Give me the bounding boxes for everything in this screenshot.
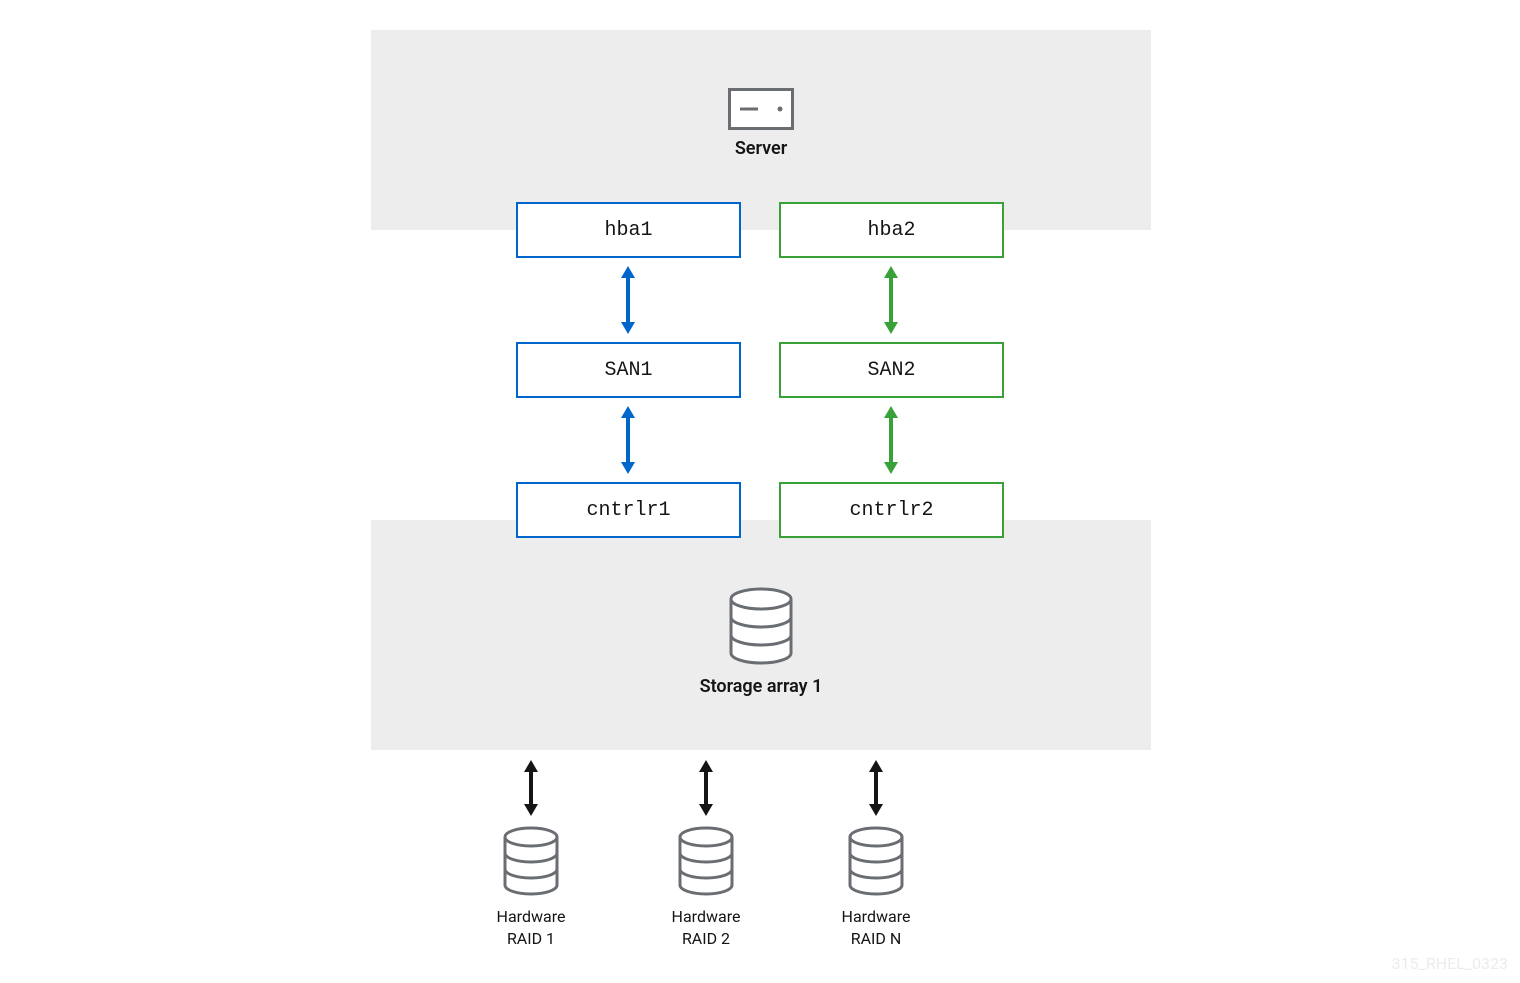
server-label: Server	[371, 138, 1151, 159]
san1-box: SAN1	[516, 342, 741, 398]
san1-label: SAN1	[604, 359, 652, 382]
cntrlr1-box: cntrlr1	[516, 482, 741, 538]
arrow-hba1-san1-icon	[621, 266, 635, 322]
diagram-canvas: Server hba1 hba2 SAN1 SAN2 cntrlr1 cntrl…	[371, 30, 1151, 960]
raid-2-icon	[636, 826, 776, 900]
watermark: 315_RHEL_0323	[1392, 954, 1508, 973]
raid-1-label: HardwareRAID 1	[461, 906, 601, 949]
cntrlr1-label: cntrlr1	[586, 499, 670, 522]
arrow-storage-raidN-icon	[869, 760, 883, 816]
cntrlr2-label: cntrlr2	[849, 499, 933, 522]
raid-n-icon	[806, 826, 946, 900]
arrow-san2-cntrlr2-icon	[884, 406, 898, 462]
arrow-san1-cntrlr1-icon	[621, 406, 635, 462]
arrow-hba2-san2-icon	[884, 266, 898, 322]
san2-box: SAN2	[779, 342, 1004, 398]
hba1-box: hba1	[516, 202, 741, 258]
raid-2-column: HardwareRAID 2	[636, 760, 776, 949]
san2-label: SAN2	[867, 359, 915, 382]
storage-array-label: Storage array 1	[371, 676, 1151, 697]
raid-1-column: HardwareRAID 1	[461, 760, 601, 949]
raid-n-label: HardwareRAID N	[806, 906, 946, 949]
raid-1-icon	[461, 826, 601, 900]
cntrlr2-box: cntrlr2	[779, 482, 1004, 538]
hba2-label: hba2	[867, 219, 915, 242]
arrow-storage-raid1-icon	[524, 760, 538, 816]
raid-n-column: HardwareRAID N	[806, 760, 946, 949]
hba2-box: hba2	[779, 202, 1004, 258]
raid-2-label: HardwareRAID 2	[636, 906, 776, 949]
hba1-label: hba1	[604, 219, 652, 242]
arrow-storage-raid2-icon	[699, 760, 713, 816]
storage-array-icon	[728, 585, 794, 669]
server-icon	[728, 88, 794, 134]
